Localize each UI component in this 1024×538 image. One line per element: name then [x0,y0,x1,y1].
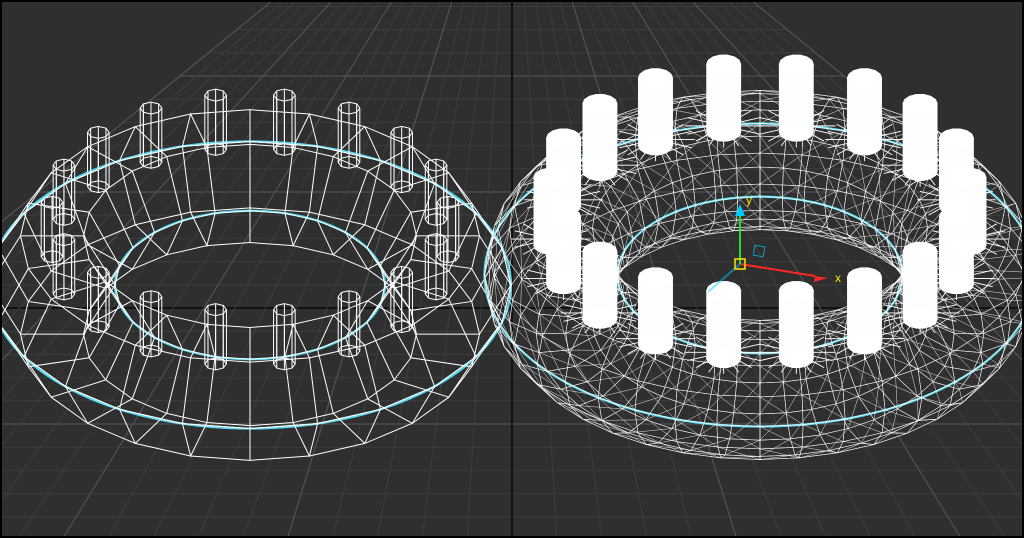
axis-y-label: y [746,193,752,207]
transform-gizmo[interactable]: xy [708,193,841,292]
viewport-3d[interactable]: xy [0,0,1024,538]
torus-dense-right [485,55,1024,459]
scene-svg: xy [0,0,1024,538]
axis-x-label: x [835,271,841,285]
